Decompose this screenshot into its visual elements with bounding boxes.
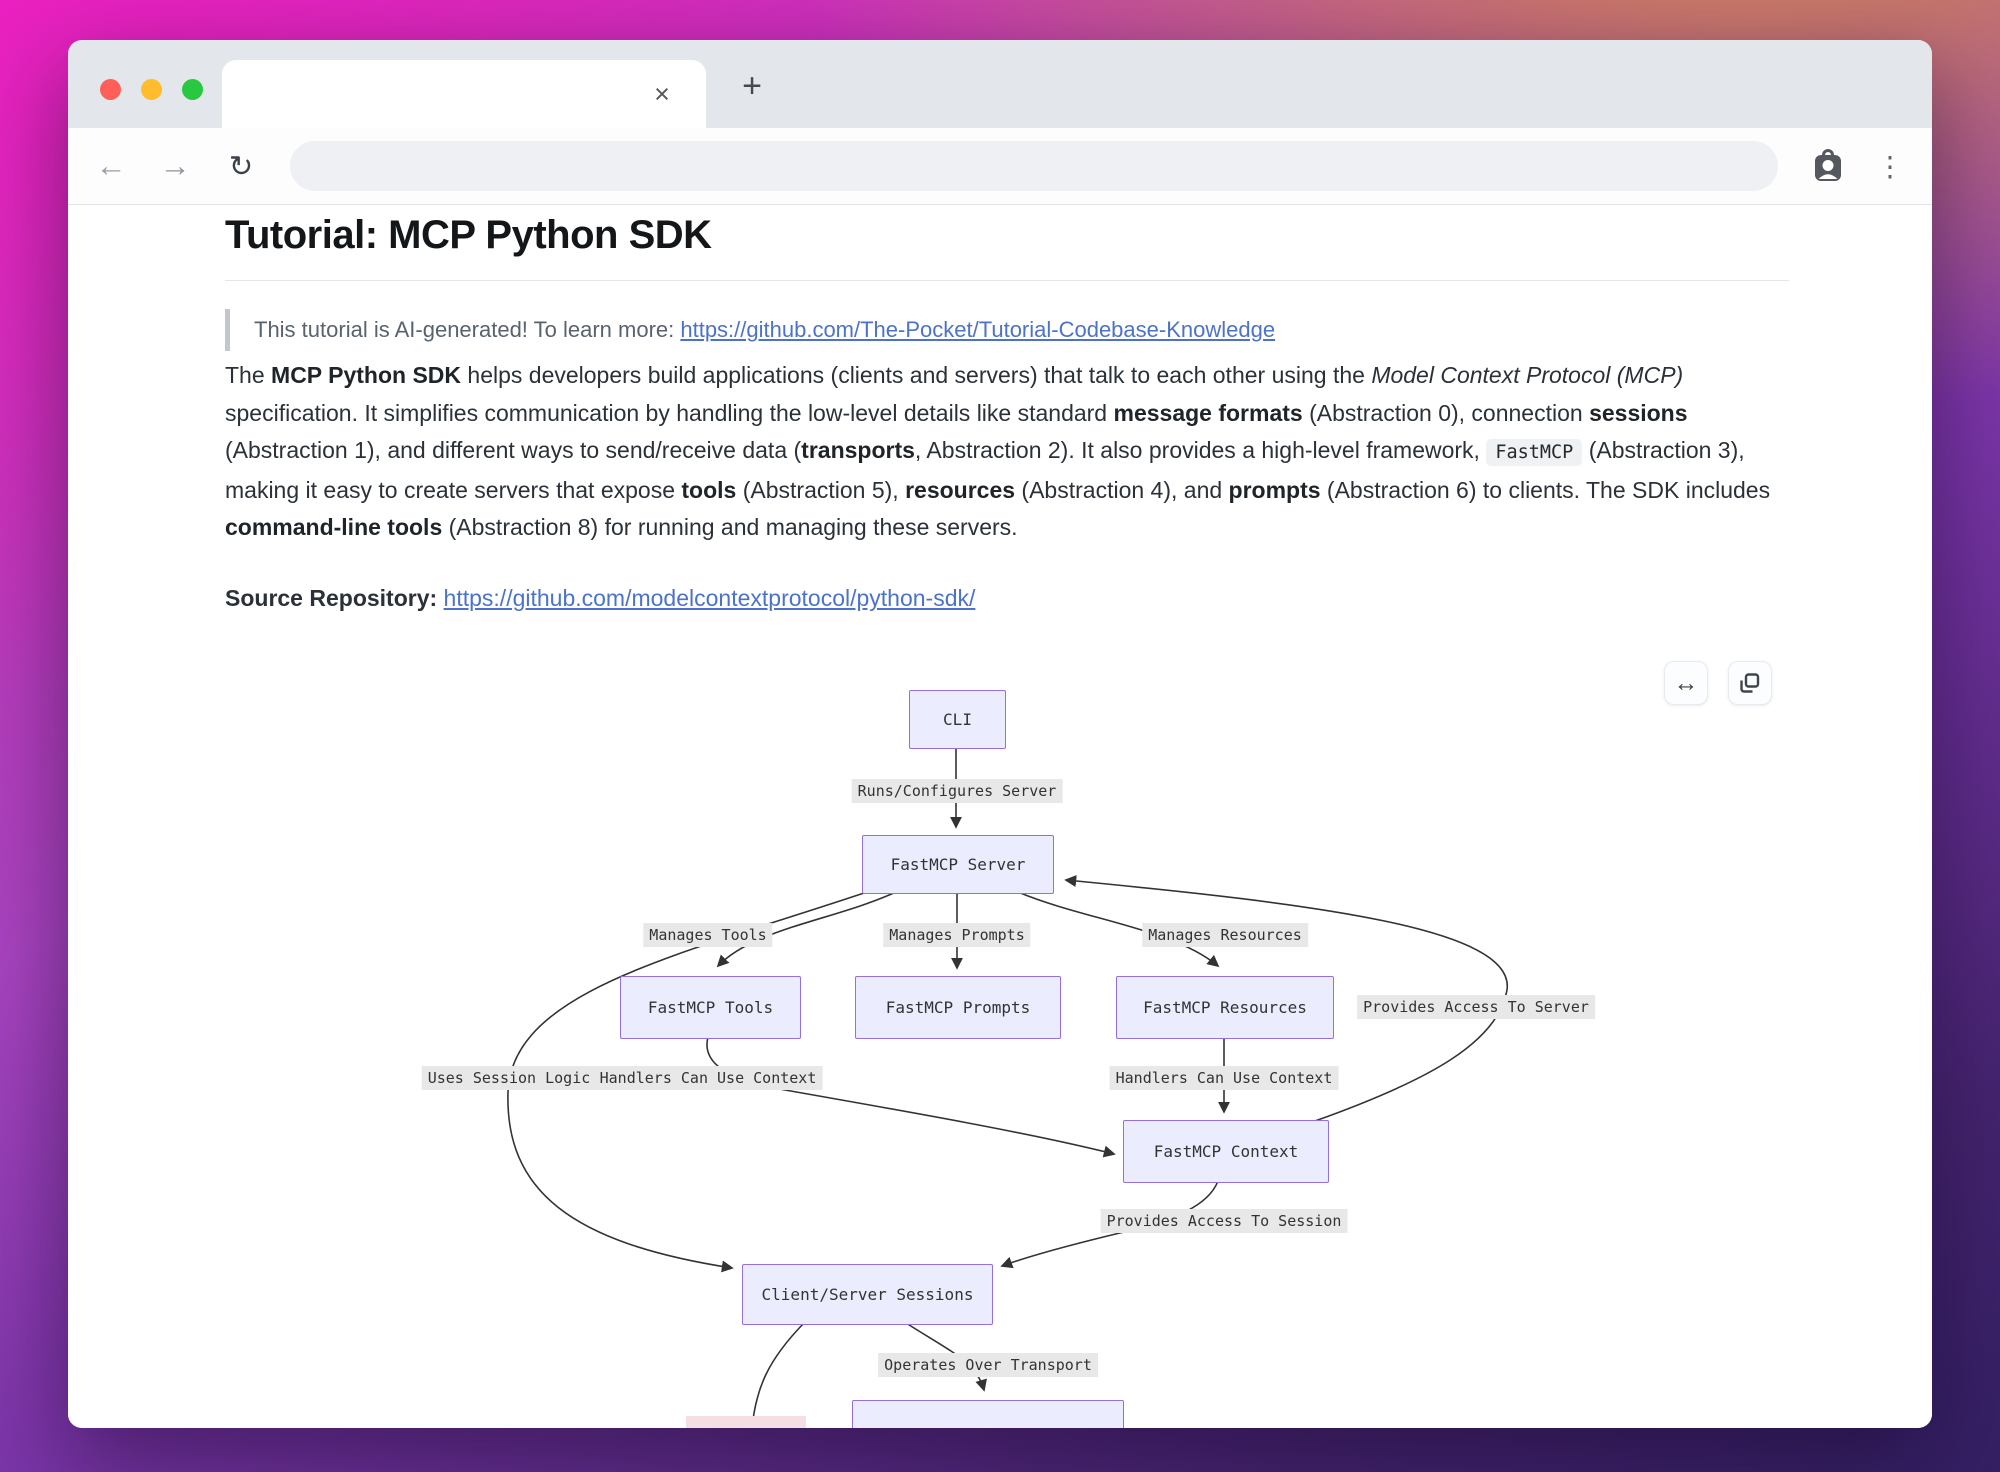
node-client-server-sessions: Client/Server Sessions [742,1264,993,1325]
close-window-button[interactable] [100,79,121,100]
edge-label-runs-configures-server: Runs/Configures Server [852,779,1063,803]
desktop-background: × + ← → ↻ ⋮ Tutorial: MCP Python SDK [0,0,2000,1472]
profile-icon[interactable] [1806,143,1852,189]
tab-close-icon[interactable]: × [644,76,680,112]
mcp-flowchart: CLI FastMCP Server FastMCP Tools FastMCP… [430,660,1590,1428]
edge-label-handlers-can-use-context-left: Handlers Can Use Context [594,1066,823,1090]
edge-label-handlers-can-use-context-right: Handlers Can Use Context [1110,1066,1339,1090]
window-controls [100,79,203,100]
tutorial-knowledge-link[interactable]: https://github.com/The-Pocket/Tutorial-C… [680,317,1275,342]
flowchart-edges [430,660,1590,1428]
diagram-copy-button[interactable] [1728,661,1772,705]
node-fastmcp-server: FastMCP Server [862,835,1054,894]
edge-label-partial-bottom [686,1416,806,1428]
browser-menu-icon[interactable]: ⋮ [1870,143,1910,189]
source-repository-label: Source Repository: [225,585,444,611]
minimize-window-button[interactable] [141,79,162,100]
node-fastmcp-prompts: FastMCP Prompts [855,976,1061,1039]
edge-label-manages-tools: Manages Tools [643,923,772,947]
forward-button[interactable]: → [152,143,198,189]
new-tab-button[interactable]: + [730,64,774,108]
blockquote-bar [225,309,230,351]
browser-tab[interactable]: × [222,60,706,128]
maximize-window-button[interactable] [182,79,203,100]
source-repository-line: Source Repository: https://github.com/mo… [225,585,975,612]
source-repository-link[interactable]: https://github.com/modelcontextprotocol/… [444,585,976,611]
browser-toolbar: ← → ↻ ⋮ [68,128,1932,205]
back-button[interactable]: ← [88,143,134,189]
diagram-expand-button[interactable]: ↔ [1664,661,1708,705]
edge-label-provides-access-to-session: Provides Access To Session [1101,1209,1348,1233]
node-cli: CLI [909,690,1006,749]
node-fastmcp-resources: FastMCP Resources [1116,976,1334,1039]
edge-label-uses-session-logic: Uses Session Logic [422,1066,597,1090]
page-content: Tutorial: MCP Python SDK This tutorial i… [68,205,1932,1428]
address-bar[interactable] [290,141,1778,191]
edge-label-manages-prompts: Manages Prompts [883,923,1030,947]
node-transports-partial [852,1400,1124,1428]
copy-icon [1739,672,1761,694]
edge-label-operates-over-transport: Operates Over Transport [878,1353,1098,1377]
page-title: Tutorial: MCP Python SDK [225,213,1789,281]
browser-window: × + ← → ↻ ⋮ Tutorial: MCP Python SDK [68,40,1932,1428]
edge-label-provides-access-to-server: Provides Access To Server [1357,995,1595,1019]
ai-generated-callout: This tutorial is AI-generated! To learn … [225,309,1275,351]
reload-button[interactable]: ↻ [218,143,264,189]
node-fastmcp-tools: FastMCP Tools [620,976,801,1039]
callout-text: This tutorial is AI-generated! To learn … [254,317,680,342]
intro-paragraph: The MCP Python SDK helps developers buil… [225,357,1781,547]
edge-label-manages-resources: Manages Resources [1142,923,1308,947]
tab-strip: × + [68,40,1932,128]
node-fastmcp-context: FastMCP Context [1123,1120,1329,1183]
